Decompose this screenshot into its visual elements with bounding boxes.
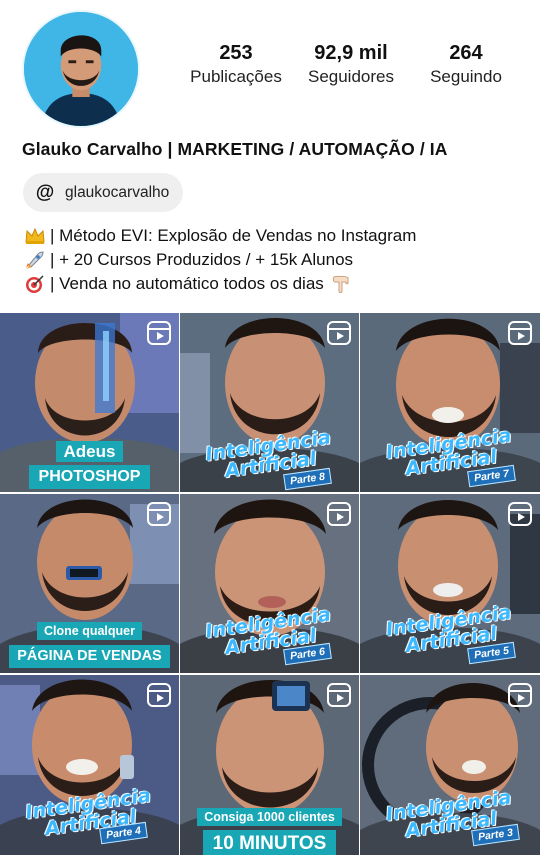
stat-following-label: Seguindo xyxy=(430,67,502,86)
stat-posts-value: 253 xyxy=(219,42,253,64)
reel-icon xyxy=(327,502,351,526)
profile-bio: | Método EVI: Explosão de Vendas no Inst… xyxy=(24,224,416,296)
reel-tile[interactable]: Inteligência Artificial Parte 3 xyxy=(360,675,540,855)
stat-following-value: 264 xyxy=(449,42,483,64)
reel-icon xyxy=(508,683,532,707)
bio-line: | Venda no automático todos os dias xyxy=(24,272,416,296)
reel-tile[interactable]: Inteligência Artificial Parte 8 xyxy=(180,313,359,492)
target-emoji-icon xyxy=(24,274,46,294)
crown-emoji-icon xyxy=(24,226,46,246)
pointing-down-emoji-icon xyxy=(330,274,352,294)
posts-grid: Adeus PHOTOSHOP Inteligência Artificial … xyxy=(0,313,540,855)
reel-tile[interactable]: Inteligência Artificial Parte 7 xyxy=(360,313,540,492)
bio-line-text: | Método EVI: Explosão de Vendas no Inst… xyxy=(50,226,417,245)
bio-line-text: | Venda no automático todos os dias xyxy=(50,274,324,293)
threads-handle: glaukocarvalho xyxy=(65,183,170,201)
reel-caption-bottom: 10 MINUTOS xyxy=(202,830,337,855)
reel-icon xyxy=(327,683,351,707)
reel-tile[interactable]: Inteligência Artificial Parte 6 xyxy=(180,494,359,673)
reel-caption-top: Consiga 1000 clientes xyxy=(197,808,342,826)
reel-icon xyxy=(508,502,532,526)
reel-caption: Clone qualquer PÁGINA DE VENDAS xyxy=(0,622,179,668)
reel-tile[interactable]: Clone qualquer PÁGINA DE VENDAS xyxy=(0,494,179,673)
reel-caption-top: Clone qualquer xyxy=(37,622,142,640)
threads-icon: @ xyxy=(35,181,55,203)
rocket-emoji-icon xyxy=(24,250,46,270)
bio-line: | Método EVI: Explosão de Vendas no Inst… xyxy=(24,224,416,248)
stat-posts-label: Publicações xyxy=(190,67,282,86)
stat-followers[interactable]: 92,9 mil Seguidores xyxy=(301,40,401,88)
reel-tile[interactable]: Adeus PHOTOSHOP xyxy=(0,313,179,492)
reel-icon xyxy=(508,321,532,345)
reel-icon xyxy=(147,683,171,707)
reel-caption-top: Adeus xyxy=(55,441,124,462)
profile-stats: 253 Publicações 92,9 mil Seguidores 264 … xyxy=(186,40,516,88)
reel-icon xyxy=(147,502,171,526)
reel-tile[interactable]: Inteligência Artificial Parte 4 xyxy=(0,675,179,855)
stat-following[interactable]: 264 Seguindo xyxy=(416,40,516,88)
reel-icon xyxy=(147,321,171,345)
stat-followers-label: Seguidores xyxy=(307,67,394,86)
reel-caption: Consiga 1000 clientes 10 MINUTOS xyxy=(180,808,359,855)
avatar-image xyxy=(24,12,138,126)
reel-tile[interactable]: Consiga 1000 clientes 10 MINUTOS xyxy=(180,675,359,855)
threads-link-button[interactable]: @ glaukocarvalho xyxy=(23,173,184,212)
bio-line: | + 20 Cursos Produzidos / + 15k Alunos xyxy=(24,248,416,272)
reel-caption-bottom: PÁGINA DE VENDAS xyxy=(9,645,170,668)
bio-line-text: | + 20 Cursos Produzidos / + 15k Alunos xyxy=(50,250,354,269)
reel-caption-bottom: PHOTOSHOP xyxy=(28,465,151,489)
reel-icon xyxy=(327,321,351,345)
stat-followers-value: 92,9 mil xyxy=(314,42,388,64)
profile-avatar[interactable] xyxy=(22,10,140,128)
reel-caption: Adeus PHOTOSHOP xyxy=(0,441,179,489)
stat-posts[interactable]: 253 Publicações xyxy=(186,40,286,88)
profile-name: Glauko Carvalho | MARKETING / AUTOMAÇÃO … xyxy=(22,139,448,159)
reel-tile[interactable]: Inteligência Artificial Parte 5 xyxy=(360,494,540,673)
